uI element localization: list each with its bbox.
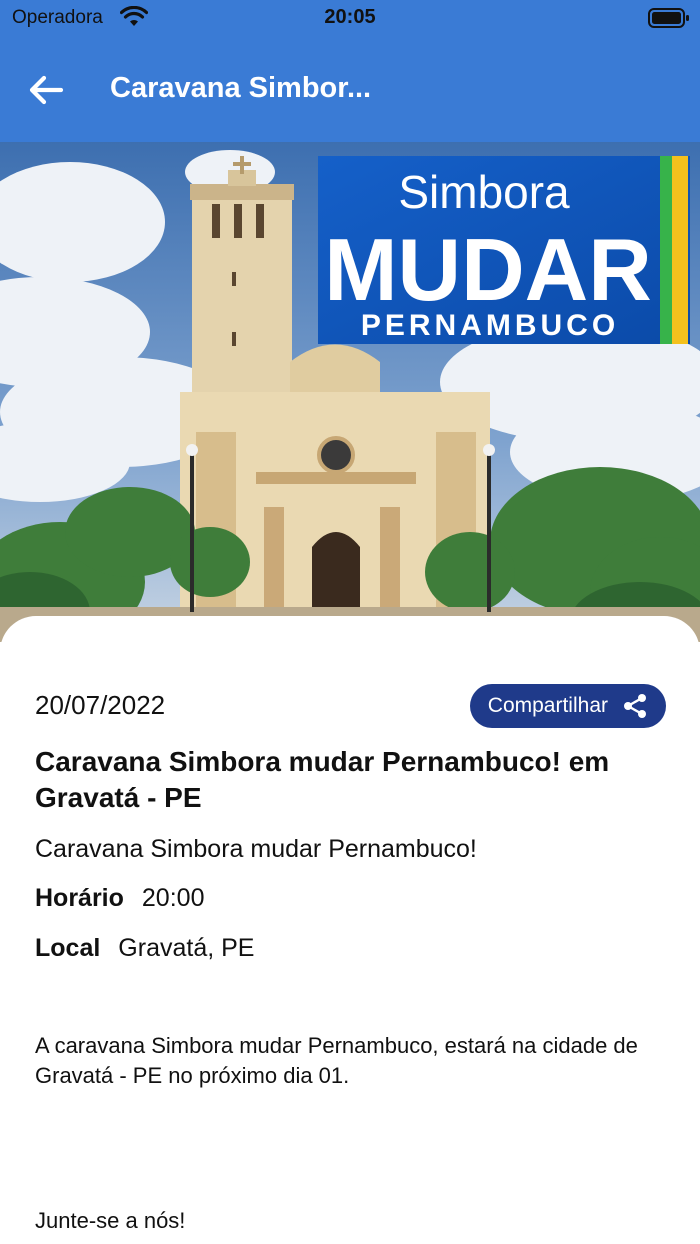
place-label: Local <box>35 934 101 962</box>
logo-line-mudar: MUDAR <box>324 220 652 319</box>
event-place-row: Local Gravatá, PE <box>35 934 254 963</box>
event-subtitle: Caravana Simbora mudar Pernambuco! <box>35 835 477 863</box>
event-date: 20/07/2022 <box>35 690 166 720</box>
header: Operadora 20:05 Caravana Simbor... <box>0 0 700 142</box>
event-description: A caravana Simbora mudar Pernambuco, est… <box>35 1033 638 1088</box>
share-icon <box>624 694 646 718</box>
logo-line-pernambuco: PERNAMBUCO <box>361 309 619 342</box>
event-details-card: 20/07/2022 Compartilhar Caravana Simbora… <box>0 616 700 1244</box>
arrow-left-icon <box>29 75 64 105</box>
time-value: 20:00 <box>141 884 205 912</box>
place-value: Gravatá, PE <box>118 934 255 962</box>
share-button[interactable]: Compartilhar <box>469 684 666 728</box>
logo-line-simbora: Simbora <box>398 166 570 218</box>
back-button[interactable] <box>22 66 70 114</box>
page-title: Caravana Simbor... <box>110 72 372 104</box>
event-time-row: Horário 20:00 <box>35 884 204 913</box>
share-button-label: Compartilhar <box>487 694 608 717</box>
event-title: Caravana Simbora mudar Pernambuco! em Gr… <box>35 746 610 813</box>
event-closing-text: Junte-se a nós! <box>35 1208 186 1233</box>
status-time: 20:05 <box>324 6 376 28</box>
status-bar: Operadora 20:05 <box>0 0 700 38</box>
event-cover-image: Simbora MUDAR PERNAMBUCO <box>0 142 700 642</box>
battery-icon <box>648 7 690 34</box>
time-label: Horário <box>35 884 124 912</box>
